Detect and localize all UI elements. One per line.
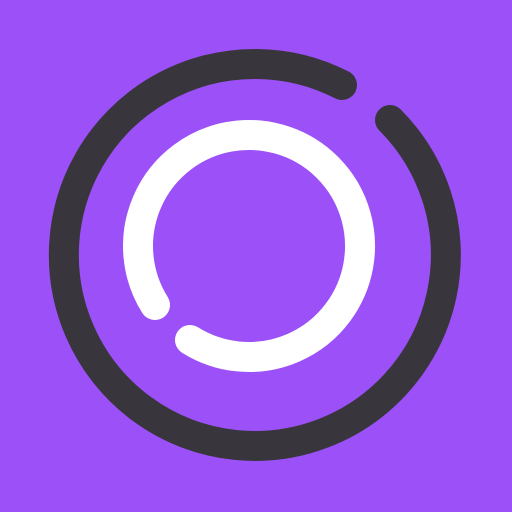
app-icon: [0, 0, 512, 512]
app-icon-graphic: [0, 0, 512, 512]
